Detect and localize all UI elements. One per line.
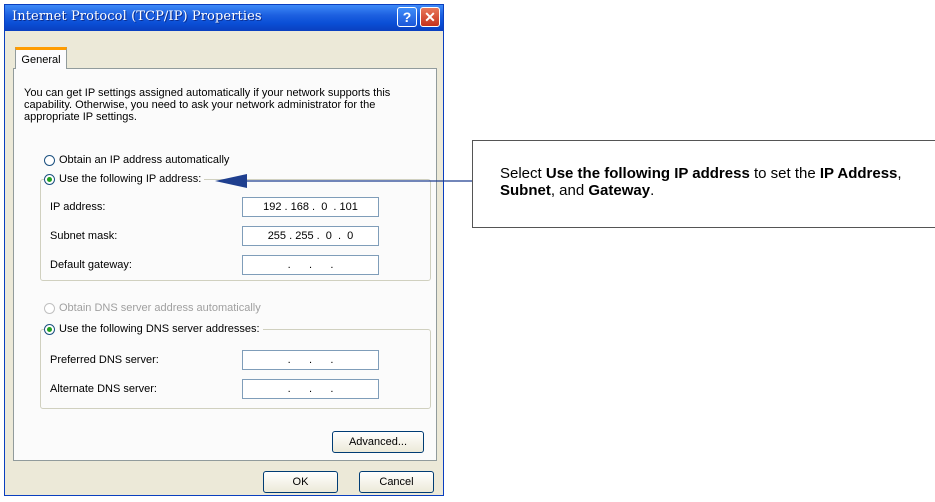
callout-arrow: [215, 174, 472, 188]
callout-text-part: to set the: [749, 165, 820, 182]
callout-text-part: Select: [500, 165, 546, 182]
callout-bold-ip-address: IP Address: [819, 165, 898, 182]
callout-bold-use-following-ip: Use the following IP address: [545, 165, 750, 182]
callout-text-part: ,: [897, 165, 902, 182]
callout-bold-subnet: Subnet: [500, 182, 551, 199]
arrow-head: [215, 174, 247, 188]
callout-text: Select Use the following IP address to s…: [500, 165, 920, 199]
callout-text-part: , and: [550, 182, 589, 199]
callout-box: Select Use the following IP address to s…: [472, 140, 935, 228]
callout-text-part: .: [650, 182, 655, 199]
tab-general[interactable]: General: [15, 47, 67, 69]
callout-bold-gateway: Gateway: [588, 182, 651, 199]
